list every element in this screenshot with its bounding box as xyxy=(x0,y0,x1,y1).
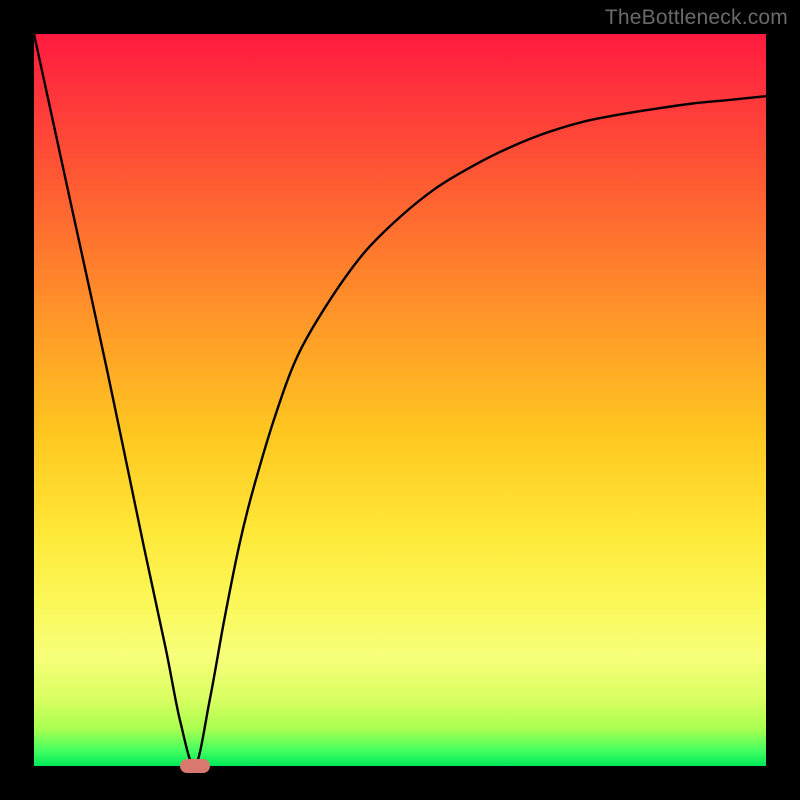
chart-frame: TheBottleneck.com xyxy=(0,0,800,800)
minimum-marker xyxy=(180,759,210,773)
bottleneck-curve-path xyxy=(34,34,766,766)
plot-area xyxy=(34,34,766,766)
curve-svg xyxy=(34,34,766,766)
watermark-text: TheBottleneck.com xyxy=(605,6,788,30)
